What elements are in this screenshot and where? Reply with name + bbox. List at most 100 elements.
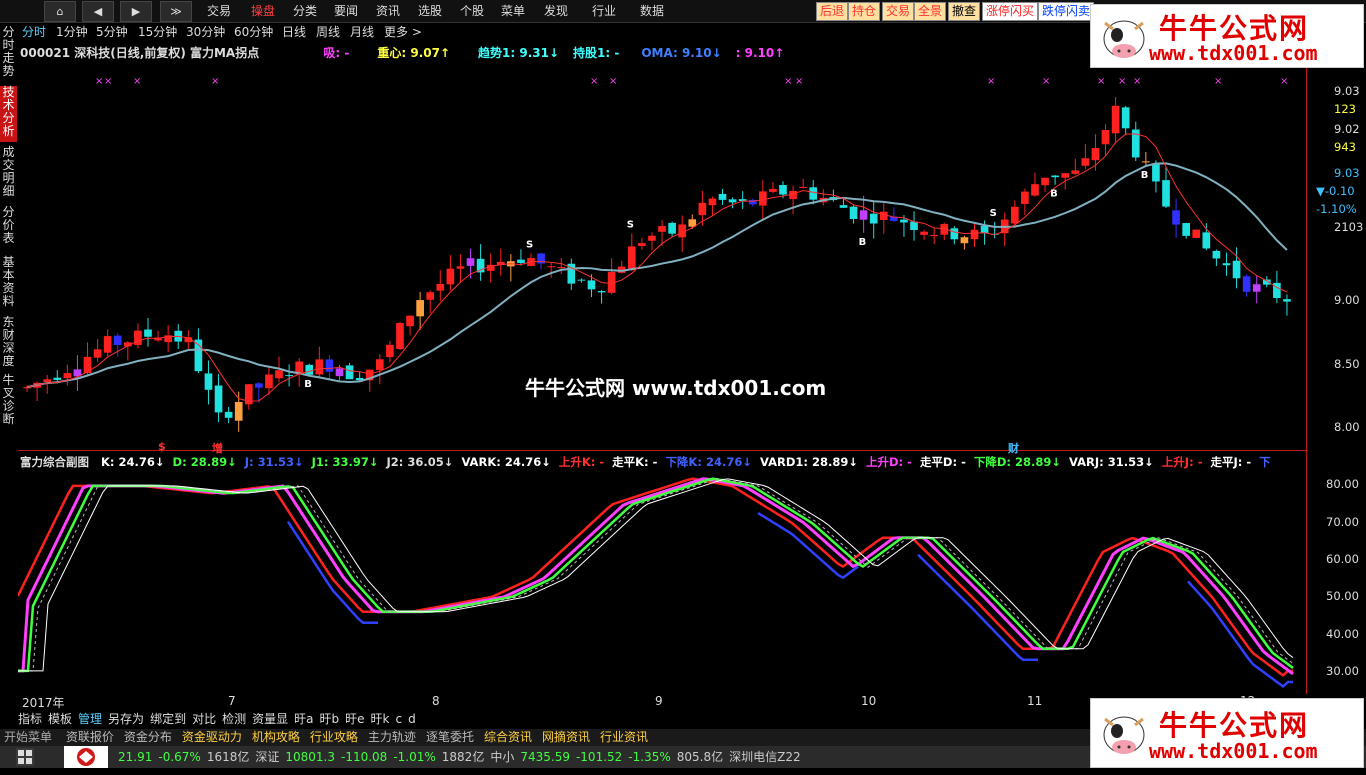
quick-button-1[interactable]: 持仓 [848,2,881,21]
function-tab-7[interactable]: 综合资讯 [484,730,532,744]
quick-button-5[interactable]: 涨停闪买 [982,2,1039,21]
start-menu-label[interactable]: 开始菜单 [4,730,52,744]
status-item-5: -110.08 [341,750,388,764]
kdj-subchart[interactable] [18,472,1308,694]
tool-7[interactable]: 资量显 [252,712,288,726]
candle [456,254,465,283]
tool-12[interactable]: c [395,712,402,726]
forward-icon[interactable]: ▶ [120,1,152,22]
candle [547,262,555,278]
candle [819,189,828,206]
top-marker: × [1214,76,1222,87]
function-tab-8[interactable]: 网摘资讯 [542,730,590,744]
sub-item-5: VARK: 24.76↓ [461,455,551,469]
top-marker: × [95,76,103,87]
function-tab-9[interactable]: 行业资讯 [600,730,648,744]
back-icon[interactable]: ◀ [82,1,114,22]
period-tab-5[interactable]: 60分钟 [234,23,273,42]
candle [960,235,969,250]
menu-10[interactable]: 数据 [640,2,664,20]
left-tab-5[interactable]: 东财深度 [0,316,17,370]
ad-banner-top[interactable]: 牛牛公式网 www.tdx001.com [1090,4,1364,68]
period-tab-3[interactable]: 15分钟 [138,23,177,42]
quick-button-4[interactable]: 撤查 [948,2,981,21]
tool-8[interactable]: 旴a [294,712,313,726]
sub-axis-label-0: 80.00 [1326,477,1359,491]
tool-2[interactable]: 管理 [78,712,102,726]
tool-4[interactable]: 绑定到 [150,712,186,726]
status-item-0: 21.91 [118,750,153,764]
function-tab-4[interactable]: 行业攻略 [310,730,358,744]
left-tab-4[interactable]: 基本资料 [0,256,17,312]
candle [1172,199,1180,238]
tool-13[interactable]: d [408,712,416,726]
candle [557,258,566,275]
candle [1222,252,1231,276]
left-tab-1[interactable]: 技术分析 [0,86,17,142]
function-tab-2[interactable]: 资金驱动力 [182,730,242,744]
left-tab-6[interactable]: 牛叉诊断 [0,374,17,428]
tool-1[interactable]: 模板 [48,712,72,726]
menu-1[interactable]: 操盘 [251,2,275,20]
top-marker: × [211,76,219,87]
price-label-8: 9.00 [1334,293,1360,307]
period-tab-1[interactable]: 1分钟 [56,23,88,42]
menu-8[interactable]: 发现 [544,2,568,20]
tool-10[interactable]: 旴e [345,712,364,726]
quick-button-0[interactable]: 后退 [816,2,849,21]
app-logo-icon[interactable] [64,746,108,768]
function-tab-6[interactable]: 逐笔委托 [426,730,474,744]
tool-9[interactable]: 旴b [319,712,339,726]
sub-signal-marker: $ [158,440,166,453]
function-tab-0[interactable]: 资联报价 [66,730,114,744]
sub-axis-label-2: 60.00 [1326,552,1359,566]
sub-item-7: 走平K: - [612,455,658,469]
sub-item-6: 上升K: - [558,455,605,469]
period-tab-6[interactable]: 日线 [282,23,306,42]
signal-s-marker: S [990,208,997,219]
menu-3[interactable]: 要闻 [334,2,358,20]
ma-short-line [26,133,1288,402]
quick-button-2[interactable]: 交易 [882,2,915,21]
period-tab-2[interactable]: 5分钟 [96,23,128,42]
quick-button-6[interactable]: 跌停闪卖 [1038,2,1095,21]
sub-axis-label-4: 40.00 [1326,627,1359,641]
tool-11[interactable]: 旴k [371,712,390,726]
candle [1111,97,1120,143]
tool-0[interactable]: 指标 [18,712,42,726]
function-tab-5[interactable]: 主力轨迹 [368,730,416,744]
status-item-13: 深圳电信Z22 [729,750,801,764]
menu-2[interactable]: 分类 [293,2,317,20]
period-tab-0[interactable]: 分时 [22,23,46,42]
candle [1242,274,1251,297]
price-label-1: 123 [1334,102,1356,116]
tool-6[interactable]: 检测 [222,712,246,726]
ad-banner-bottom[interactable]: 牛牛公式网 www.tdx001.com [1090,698,1364,768]
candle [1252,275,1261,304]
function-tab-1[interactable]: 资金分布 [124,730,172,744]
quick-button-3[interactable]: 全景 [914,2,947,21]
candle [285,364,293,387]
left-tab-0[interactable]: 分时走势 [0,26,17,82]
menu-9[interactable]: 行业 [592,2,616,20]
menu-5[interactable]: 选股 [418,2,442,20]
menu-0[interactable]: 交易 [207,2,231,20]
left-tab-3[interactable]: 分价表 [0,206,17,252]
windows-icon[interactable] [16,748,34,766]
home-icon[interactable]: ⌂ [44,1,76,22]
period-tab-8[interactable]: 月线 [350,23,374,42]
expand-icon[interactable]: ≫ [160,1,192,22]
tool-3[interactable]: 另存为 [108,712,144,726]
period-tab-4[interactable]: 30分钟 [186,23,225,42]
candle [436,270,445,301]
tool-5[interactable]: 对比 [192,712,216,726]
price-label-3: 943 [1334,140,1356,154]
menu-4[interactable]: 资讯 [376,2,400,20]
function-tab-3[interactable]: 机构攻略 [252,730,300,744]
period-tab-9[interactable]: 更多 > [384,23,422,42]
left-tab-2[interactable]: 成交明细 [0,146,17,202]
menu-7[interactable]: 菜单 [501,2,525,20]
status-item-12: 805.8亿 [676,750,724,764]
period-tab-7[interactable]: 周线 [316,23,340,42]
menu-6[interactable]: 个股 [460,2,484,20]
